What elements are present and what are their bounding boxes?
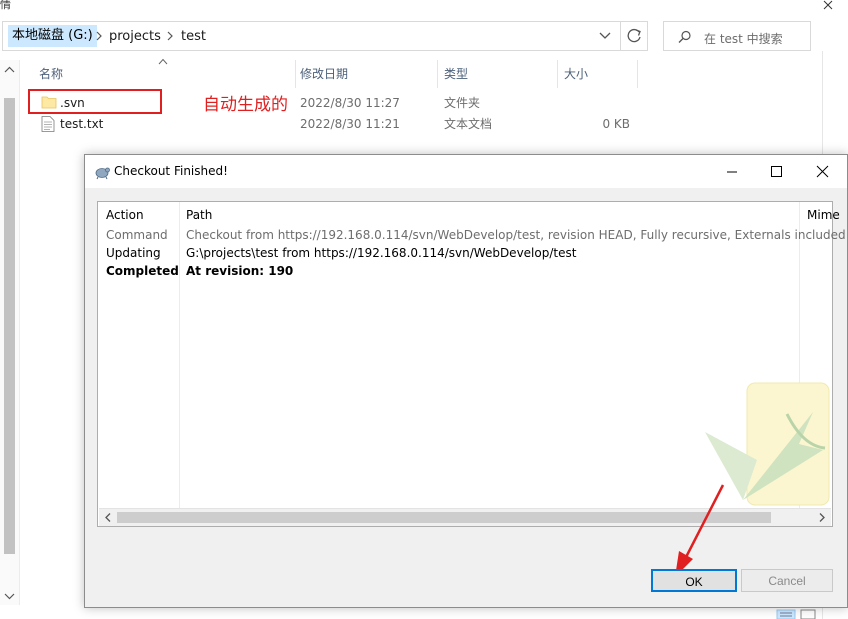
file-type: 文本文档 <box>444 117 493 131</box>
column-header-type[interactable]: 类型 <box>444 60 468 88</box>
log-action: Command <box>106 228 168 242</box>
address-bar[interactable]: 本地磁盘 (G:) projects test <box>2 21 648 51</box>
column-separator[interactable] <box>437 60 438 88</box>
search-icon <box>678 30 692 44</box>
list-item[interactable]: Updating G:\projects\test from https://1… <box>98 244 798 262</box>
nav-scroll-thumb[interactable] <box>4 98 15 554</box>
tortoise-icon <box>95 167 110 180</box>
column-separator[interactable] <box>637 60 638 88</box>
highlight-box <box>28 89 162 114</box>
scroll-left-icon[interactable] <box>103 512 113 523</box>
column-header-mime[interactable]: Mime <box>807 208 840 222</box>
list-item[interactable]: Command Checkout from https://192.168.0.… <box>98 226 846 244</box>
scroll-up-icon[interactable] <box>4 66 15 74</box>
scroll-right-icon[interactable] <box>817 512 827 523</box>
explorer-close-button[interactable] <box>808 0 848 14</box>
search-placeholder: 在 test 中搜索 <box>704 32 783 46</box>
table-row[interactable]: test.txt 2022/8/30 11:21 文本文档 0 KB <box>40 114 640 134</box>
log-path: G:\projects\test from https://192.168.0.… <box>186 246 577 260</box>
breadcrumb-projects[interactable]: projects <box>109 29 161 44</box>
explorer-title-strip <box>0 0 848 14</box>
file-modified: 2022/8/30 11:21 <box>300 117 400 131</box>
refresh-button[interactable] <box>620 22 648 50</box>
annotation-label: 自动生成的 <box>203 95 288 115</box>
column-header-modified[interactable]: 修改日期 <box>300 60 348 88</box>
column-separator[interactable] <box>557 60 558 88</box>
log-action: Completed <box>106 264 179 278</box>
log-path: Checkout from https://192.168.0.114/svn/… <box>186 228 846 242</box>
scroll-down-icon[interactable] <box>4 592 15 600</box>
column-header-size[interactable]: 大小 <box>564 60 588 88</box>
nav-pane-scrollbar[interactable] <box>0 60 20 605</box>
file-modified: 2022/8/30 11:27 <box>300 96 400 110</box>
text-file-icon <box>41 116 55 132</box>
checkout-finished-dialog: Checkout Finished! Action Path Mime Comm… <box>84 154 848 608</box>
column-header-name[interactable]: 名称 <box>39 60 63 88</box>
chevron-down-icon[interactable] <box>599 31 611 41</box>
breadcrumb-test[interactable]: test <box>181 29 206 44</box>
file-name[interactable]: test.txt <box>60 114 103 134</box>
file-type: 文件夹 <box>444 96 481 110</box>
breadcrumb-root[interactable]: 本地磁盘 (G:) <box>8 25 97 47</box>
cancel-button[interactable]: Cancel <box>741 569 833 592</box>
file-size <box>570 93 630 113</box>
close-button[interactable] <box>799 155 845 188</box>
minimize-button[interactable] <box>709 155 755 188</box>
view-toggle-icons[interactable] <box>775 608 823 619</box>
annotation-arrow-icon <box>675 484 725 577</box>
log-action: Updating <box>106 246 161 260</box>
ok-button[interactable]: OK <box>651 569 737 592</box>
file-size: 0 KB <box>602 117 630 131</box>
column-header-action[interactable]: Action <box>106 208 144 222</box>
sort-ascending-icon <box>158 58 168 65</box>
chevron-right-icon[interactable] <box>166 30 174 42</box>
column-separator[interactable] <box>295 60 296 88</box>
maximize-button[interactable] <box>753 155 799 188</box>
column-header-path[interactable]: Path <box>186 208 212 222</box>
list-item[interactable]: Completed At revision: 190 <box>98 262 798 280</box>
dialog-title: Checkout Finished! <box>114 164 228 178</box>
log-path: At revision: 190 <box>186 264 294 278</box>
window-title-fragment: 情 <box>0 0 11 11</box>
chevron-right-icon[interactable] <box>95 30 103 42</box>
search-box[interactable]: 在 test 中搜索 <box>663 21 811 51</box>
